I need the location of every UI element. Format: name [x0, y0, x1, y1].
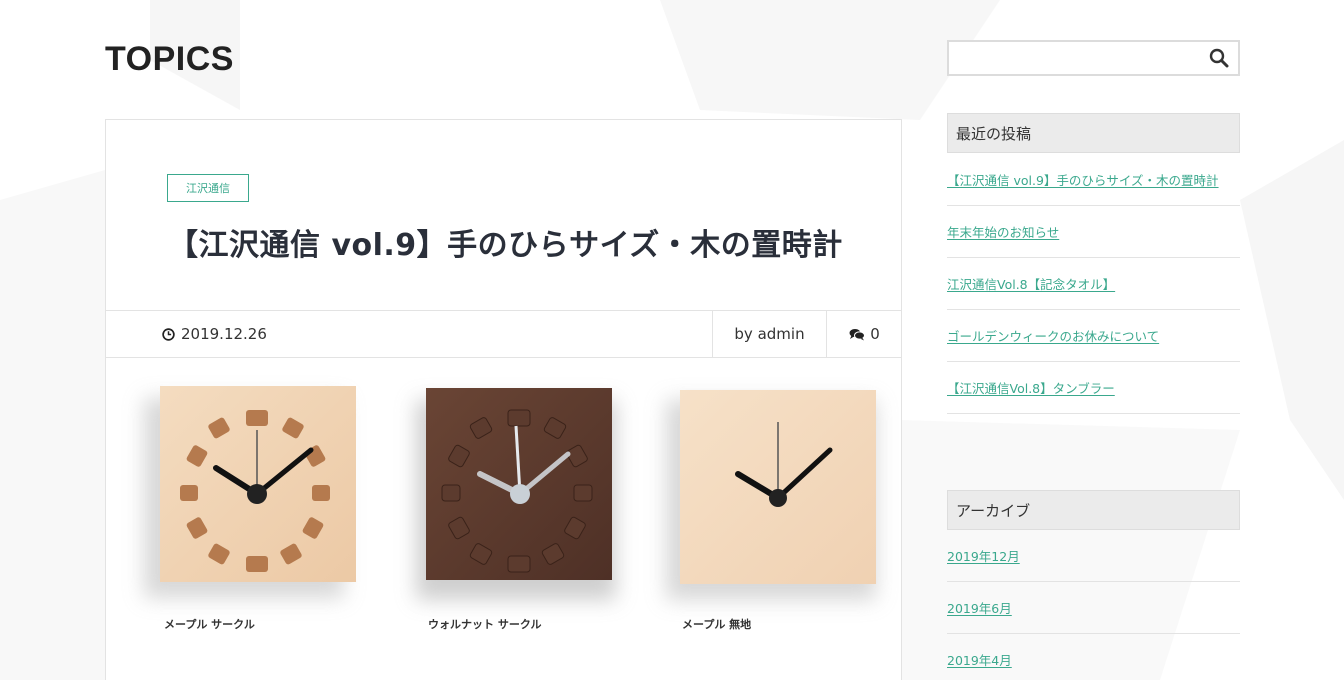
- search-icon[interactable]: [1209, 48, 1229, 68]
- comments-icon: [849, 328, 866, 340]
- list-item: 江沢通信Vol.8【記念タオル】: [947, 258, 1240, 310]
- caption-maple-plain: メープル 無地: [682, 617, 751, 631]
- list-item: 2019年6月: [947, 582, 1240, 634]
- archive-link[interactable]: 2019年6月: [947, 598, 1012, 617]
- comment-count: 0: [870, 325, 880, 343]
- category-badge[interactable]: 江沢通信: [167, 174, 249, 202]
- post-author[interactable]: by admin: [712, 311, 827, 357]
- clock-walnut-circle: ウォルナット サークル: [416, 388, 616, 631]
- archive-list: 2019年12月 2019年6月 2019年4月: [947, 530, 1240, 680]
- list-item: ゴールデンウィークのお休みについて: [947, 310, 1240, 362]
- article-card: 江沢通信 【江沢通信 vol.9】手のひらサイズ・木の置時計 2019.12.2…: [105, 119, 902, 680]
- recent-post-link[interactable]: 【江沢通信 vol.9】手のひらサイズ・木の置時計: [947, 170, 1219, 189]
- clock-icon: [162, 327, 175, 341]
- clock-maple-circle: メープル サークル: [144, 386, 356, 631]
- list-item: 2019年4月: [947, 634, 1240, 680]
- caption-walnut-circle: ウォルナット サークル: [428, 618, 542, 631]
- archive-title: アーカイブ: [947, 490, 1240, 530]
- caption-maple-circle: メープル サークル: [164, 617, 255, 631]
- list-item: 年末年始のお知らせ: [947, 206, 1240, 258]
- post-comments[interactable]: 0: [828, 311, 901, 357]
- post-title[interactable]: 【江沢通信 vol.9】手のひらサイズ・木の置時計: [168, 220, 888, 264]
- recent-post-link[interactable]: ゴールデンウィークのお休みについて: [947, 326, 1159, 345]
- post-date: 2019.12.26: [162, 311, 267, 357]
- search-box: [947, 40, 1240, 76]
- page-title: TOPICS: [105, 40, 234, 78]
- clock-maple-plain: メープル 無地: [666, 390, 876, 631]
- page: TOPICS 江沢通信 【江沢通信 vol.9】手のひらサイズ・木の置時計 20…: [0, 0, 1344, 680]
- list-item: 2019年12月: [947, 530, 1240, 582]
- recent-posts-title: 最近の投稿: [947, 113, 1240, 153]
- article-featured-image[interactable]: メープル サークル ウォルナット サークル メープル 無地: [106, 370, 901, 650]
- recent-post-link[interactable]: 【江沢通信Vol.8】タンブラー: [947, 378, 1115, 397]
- list-item: 【江沢通信Vol.8】タンブラー: [947, 362, 1240, 414]
- post-date-text: 2019.12.26: [181, 325, 267, 343]
- post-meta-bar: 2019.12.26 by admin 0: [106, 310, 901, 358]
- list-item: 【江沢通信 vol.9】手のひらサイズ・木の置時計: [947, 154, 1240, 206]
- archive-link[interactable]: 2019年4月: [947, 650, 1012, 669]
- recent-post-link[interactable]: 年末年始のお知らせ: [947, 222, 1059, 241]
- archive-link[interactable]: 2019年12月: [947, 546, 1020, 565]
- recent-post-link[interactable]: 江沢通信Vol.8【記念タオル】: [947, 274, 1115, 293]
- recent-posts-list: 【江沢通信 vol.9】手のひらサイズ・木の置時計 年末年始のお知らせ 江沢通信…: [947, 154, 1240, 414]
- search-input[interactable]: [949, 42, 1199, 74]
